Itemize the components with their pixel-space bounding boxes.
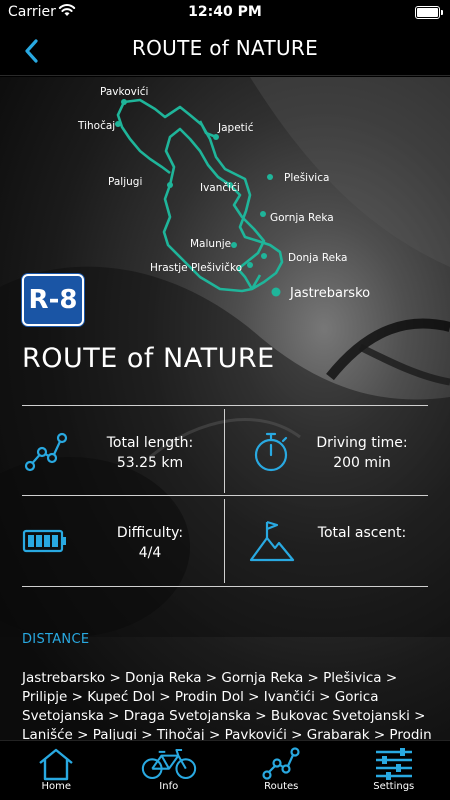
stat-difficulty: Difficulty: 4/4	[22, 496, 222, 584]
battery-level-icon	[22, 529, 66, 553]
map-label-ivancici: Ivančići	[200, 182, 240, 194]
page-title: ROUTE of NATURE	[131, 36, 319, 60]
difficulty-label: Difficulty:	[116, 525, 184, 541]
total-length-label: Total length:	[106, 435, 194, 451]
tab-home[interactable]: Home	[0, 741, 113, 800]
map-label-pavkovici: Pavkovići	[100, 86, 148, 98]
sliders-icon	[375, 748, 412, 780]
home-icon	[39, 748, 74, 781]
tab-info-label: Info	[159, 781, 179, 792]
map-label-donja-reka: Donja Reka	[288, 252, 347, 264]
route-title: ROUTE of NATURE	[22, 343, 275, 374]
map-label-plesivica: Plešivica	[284, 172, 329, 184]
map-label-hrastje: Hrastje Plešivičko	[150, 262, 242, 274]
battery-icon	[415, 6, 443, 19]
tab-bar: Home Info Routes Settings	[0, 740, 450, 800]
tab-info[interactable]: Info	[113, 741, 226, 800]
route-map: Pavkovići Tihočaj Japetić Paljugi Ivanči…	[77, 86, 370, 301]
routes-icon	[262, 747, 300, 780]
driving-time-value: 200 min	[333, 455, 391, 471]
navigation-bar: ROUTE of NATURE	[0, 26, 450, 76]
mountain-flag-icon	[249, 520, 295, 562]
route-path-icon	[24, 432, 68, 472]
distance-heading: DISTANCE	[22, 632, 90, 647]
tab-home-label: Home	[41, 781, 72, 792]
stat-total-ascent: Total ascent:	[225, 496, 425, 584]
stat-total-length: Total length: 53.25 km	[22, 406, 222, 494]
tab-routes-label: Routes	[264, 781, 299, 792]
stat-driving-time: Driving time: 200 min	[225, 406, 425, 494]
tab-routes[interactable]: Routes	[225, 741, 338, 800]
distance-route-text: Jastrebarsko > Donja Reka > Gornja Reka …	[22, 670, 432, 740]
map-label-malunje: Malunje	[190, 238, 231, 250]
map-label-tihocaj: Tihočaj	[77, 120, 115, 132]
total-ascent-label: Total ascent:	[317, 525, 407, 541]
total-length-value: 53.25 km	[116, 455, 184, 471]
map-label-jastrebarsko: Jastrebarsko	[289, 286, 370, 301]
bicycle-icon	[141, 748, 196, 780]
route-stats-grid: Total length: 53.25 km Driving time: 200 m…	[22, 405, 428, 587]
driving-time-label: Driving time:	[316, 435, 408, 451]
map-label-paljugi: Paljugi	[108, 176, 142, 188]
tab-settings[interactable]: Settings	[338, 741, 450, 800]
status-bar: Carrier 12:40 PM	[0, 0, 450, 26]
difficulty-value: 4/4	[138, 545, 162, 561]
route-number-badge: R-8	[22, 274, 84, 326]
map-label-gornja-reka: Gornja Reka	[270, 212, 334, 224]
status-time: 12:40 PM	[188, 4, 262, 20]
tab-settings-label: Settings	[373, 781, 415, 792]
route-detail-content[interactable]: Pavkovići Tihočaj Japetić Paljugi Ivanči…	[0, 77, 450, 740]
map-label-japetic: Japetić	[217, 122, 254, 134]
stopwatch-icon	[254, 432, 288, 472]
